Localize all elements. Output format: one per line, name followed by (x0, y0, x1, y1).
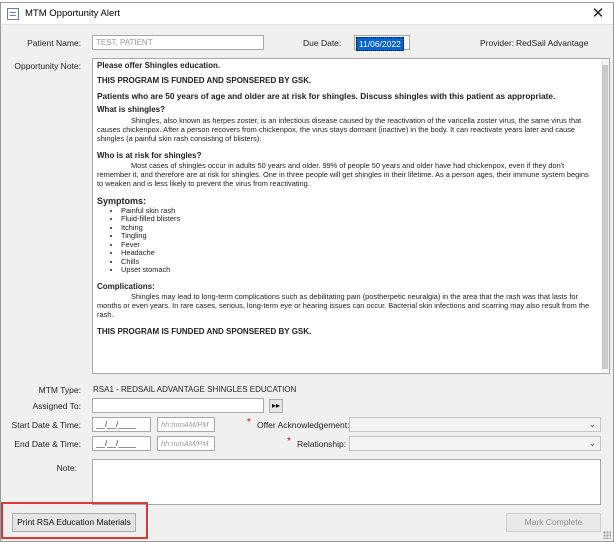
relationship-label: Relationship: (297, 439, 347, 449)
note-funding-bottom: THIS PROGRAM IS FUNDED AND SPONSERED BY … (97, 326, 312, 336)
assigned-to-field[interactable] (92, 398, 264, 413)
list-item: Itching (121, 223, 595, 233)
close-icon[interactable]: ✕ (587, 5, 609, 23)
note-who-heading: Who is at risk for shingles? (97, 150, 202, 160)
title-bar: MTM Opportunity Alert ✕ (1, 3, 613, 25)
note-complications-heading: Complications: (97, 281, 155, 291)
relationship-select[interactable]: ⌄ (349, 436, 601, 451)
resize-grip[interactable] (603, 531, 611, 539)
due-date-field[interactable]: 11/06/2022 (354, 35, 410, 51)
due-date-value: 11/06/2022 (356, 37, 404, 51)
start-date-field[interactable]: __/__/____ (92, 417, 151, 432)
note-scrollbar[interactable] (601, 59, 609, 373)
assigned-to-label: Assigned To: (32, 401, 81, 411)
end-datetime-label: End Date & Time: (14, 439, 81, 449)
end-time-field[interactable]: hh:mmAM/PM (157, 436, 215, 451)
window-title: MTM Opportunity Alert (25, 8, 121, 19)
mtm-opportunity-alert-dialog: MTM Opportunity Alert ✕ Patient Name: TE… (0, 2, 614, 542)
note-risk-heading: Patients who are 50 years of age and old… (97, 90, 556, 101)
due-date-label: Due Date: (303, 38, 342, 48)
patient-name-label: Patient Name: (27, 38, 81, 48)
offer-acknowledgement-select[interactable]: ⌄ (349, 417, 601, 432)
note-symptoms-heading: Symptoms: (97, 195, 147, 206)
mark-complete-button[interactable]: Mark Complete (506, 513, 601, 532)
symptoms-list: Painful skin rash Fluid-filled blisters … (97, 206, 595, 275)
required-marker: * (247, 417, 251, 428)
highlight-box (1, 502, 148, 539)
list-item: Tingling (121, 232, 595, 241)
note-complications-text: Shingles may lead to long-term complicat… (97, 292, 590, 319)
note-textarea[interactable] (92, 459, 601, 505)
end-date-field[interactable]: __/__/____ (92, 436, 151, 451)
patient-name-field: TEST, PATIENT (92, 35, 264, 50)
list-item: Fluid-filled blisters (121, 215, 595, 224)
app-window-icon (7, 8, 19, 20)
offer-acknowledgement-label: Offer Acknowledgement: (257, 420, 350, 430)
required-marker: * (287, 436, 291, 447)
provider-value: RedSail Advantage (516, 38, 589, 48)
chevron-down-icon: ⌄ (588, 419, 596, 429)
assign-lookup-button[interactable]: ▸▸ (269, 399, 283, 413)
list-item: Upset stomach (121, 266, 595, 275)
mtm-type-label: MTM Type: (38, 385, 81, 395)
opportunity-note-box[interactable]: Please offer Shingles education. THIS PR… (92, 58, 610, 374)
opportunity-note-label: Opportunity Note: (14, 61, 81, 71)
scrollbar-thumb[interactable] (602, 65, 608, 369)
note-what-heading: What is shingles? (97, 105, 166, 115)
note-intro: Please offer Shingles education. (97, 61, 221, 70)
start-datetime-label: Start Date & Time: (11, 420, 81, 430)
note-label: Note: (56, 463, 77, 473)
mtm-type-value: RSA1 - REDSAIL ADVANTAGE SHINGLES EDUCAT… (93, 385, 297, 394)
note-funding-top: THIS PROGRAM IS FUNDED AND SPONSERED BY … (97, 75, 312, 85)
provider-label: Provider: (480, 38, 515, 48)
list-item: Chills (121, 257, 595, 267)
note-who-text: Most cases of shingles occur in adults 5… (97, 161, 589, 188)
chevron-down-icon: ⌄ (588, 438, 596, 448)
list-item: Headache (121, 249, 595, 258)
list-item: Painful skin rash (121, 206, 595, 216)
note-what-text: Shingles, also known as herpes zoster, i… (97, 116, 582, 143)
list-item: Fever (121, 240, 595, 250)
start-time-field[interactable]: hh:mmAM/PM (157, 417, 215, 432)
